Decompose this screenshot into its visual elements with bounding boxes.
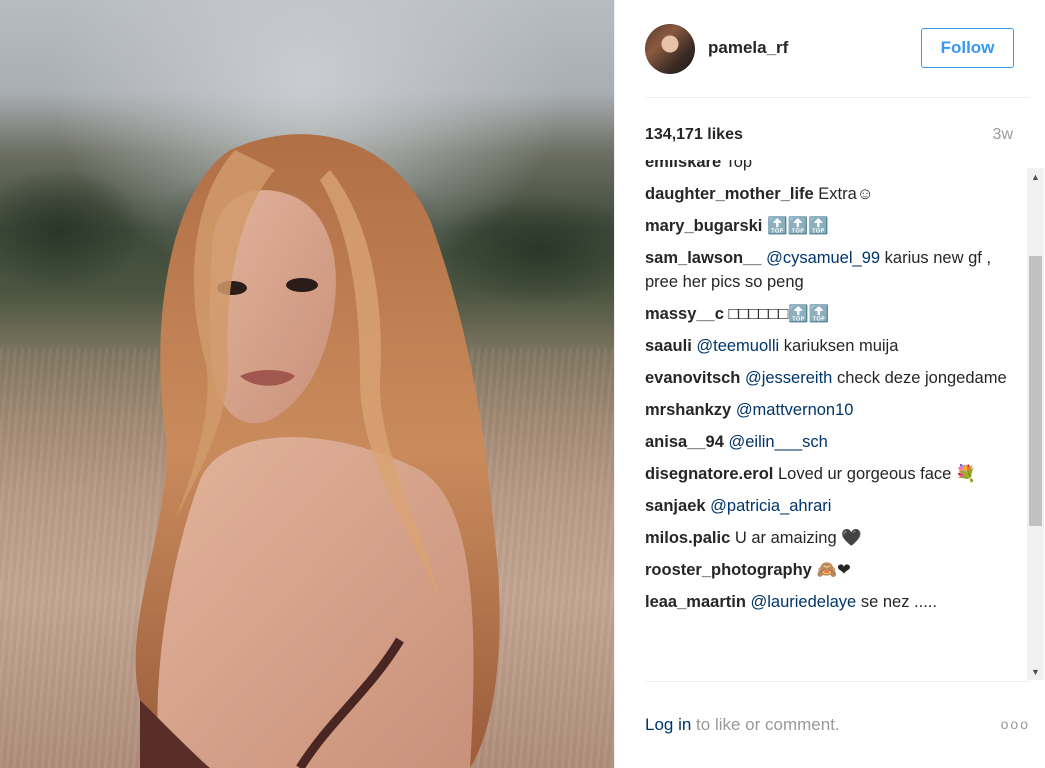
comment: milos.palic U ar amaizing 🖤 — [645, 526, 1025, 550]
post-photo[interactable] — [0, 0, 614, 768]
comment: mary_bugarski 🔝🔝🔝 — [645, 214, 1025, 238]
comment-text: se nez ..... — [860, 593, 937, 611]
comment-text: Top — [725, 160, 753, 171]
login-prompt: Log in to like or comment. — [645, 715, 840, 735]
comment: massy__c □□□□□□🔝🔝 — [645, 302, 1025, 326]
comment-text: 🔝🔝🔝 — [767, 217, 829, 235]
comment-text: kariuksen muija — [783, 337, 899, 355]
post-sidebar: pamela_rf Follow 134,171 likes 3w emiisk… — [614, 0, 1045, 768]
comment-username[interactable]: emiiskare — [645, 160, 721, 171]
follow-button[interactable]: Follow — [921, 28, 1014, 68]
comment-mention[interactable]: @patricia_ahrari — [710, 497, 831, 515]
comment-mention[interactable]: @teemuolli — [696, 337, 779, 355]
comment-username[interactable]: daughter_mother_life — [645, 185, 814, 203]
comment: disegnatore.erol Loved ur gorgeous face … — [645, 462, 1025, 486]
comment-text: Extra☺ — [818, 185, 874, 203]
comment-mention[interactable]: @eilin___sch — [729, 433, 828, 451]
photo-subject — [135, 134, 500, 768]
comment-username[interactable]: saauli — [645, 337, 692, 355]
comment-username[interactable]: rooster_photography — [645, 561, 812, 579]
comments-list[interactable]: emiiskare Top daughter_mother_life Extra… — [645, 160, 1025, 680]
comment-username[interactable]: milos.palic — [645, 529, 730, 547]
comment-username[interactable]: sanjaek — [645, 497, 706, 515]
post-header: pamela_rf Follow — [645, 20, 1030, 98]
comment-text: Loved ur gorgeous face 💐 — [777, 465, 977, 483]
comment-username[interactable]: leaa_maartin — [645, 593, 746, 611]
avatar[interactable] — [645, 24, 695, 74]
scrollbar-thumb[interactable] — [1029, 256, 1042, 526]
comment-text: U ar amaizing 🖤 — [734, 529, 862, 547]
comment: mrshankzy @mattvernon10 — [645, 398, 1025, 422]
comment-text: □□□□□□🔝🔝 — [728, 305, 830, 323]
scroll-down-arrow-icon[interactable]: ▼ — [1027, 663, 1044, 680]
comment: daughter_mother_life Extra☺ — [645, 182, 1025, 206]
comment-username[interactable]: sam_lawson__ — [645, 249, 761, 267]
comment-mention[interactable]: @cysamuel_99 — [766, 249, 880, 267]
login-prompt-text: to like or comment. — [691, 715, 840, 734]
comment: anisa__94 @eilin___sch — [645, 430, 1025, 454]
comment: evanovitsch @jessereith check deze jonge… — [645, 366, 1025, 390]
more-options-icon[interactable]: ooo — [1001, 716, 1030, 732]
comment-username[interactable]: anisa__94 — [645, 433, 724, 451]
comment: emiiskare Top — [645, 160, 1025, 174]
comment: sam_lawson__ @cysamuel_99 karius new gf … — [645, 246, 1025, 294]
comment-mention[interactable]: @jessereith — [745, 369, 832, 387]
likes-count[interactable]: 134,171 likes — [645, 126, 743, 144]
comment: saauli @teemuolli kariuksen muija — [645, 334, 1025, 358]
comment: leaa_maartin @lauriedelaye se nez ..... — [645, 590, 1025, 614]
post-age[interactable]: 3w — [993, 126, 1013, 144]
comment-username[interactable]: massy__c — [645, 305, 724, 323]
comment-username[interactable]: disegnatore.erol — [645, 465, 773, 483]
scroll-up-arrow-icon[interactable]: ▲ — [1027, 168, 1044, 185]
comment-username[interactable]: evanovitsch — [645, 369, 740, 387]
login-link[interactable]: Log in — [645, 715, 691, 734]
comment-text: 🙈❤ — [816, 561, 851, 579]
username[interactable]: pamela_rf — [708, 38, 788, 58]
post-footer: Log in to like or comment. ooo — [645, 681, 1030, 768]
comment-username[interactable]: mary_bugarski — [645, 217, 762, 235]
comment: rooster_photography 🙈❤ — [645, 558, 1025, 582]
comment: sanjaek @patricia_ahrari — [645, 494, 1025, 518]
comment-username[interactable]: mrshankzy — [645, 401, 731, 419]
comment-mention[interactable]: @lauriedelaye — [751, 593, 857, 611]
comment-text: check deze jongedame — [836, 369, 1007, 387]
comment-mention[interactable]: @mattvernon10 — [736, 401, 854, 419]
comments-scrollbar[interactable]: ▲ ▼ — [1027, 168, 1044, 680]
